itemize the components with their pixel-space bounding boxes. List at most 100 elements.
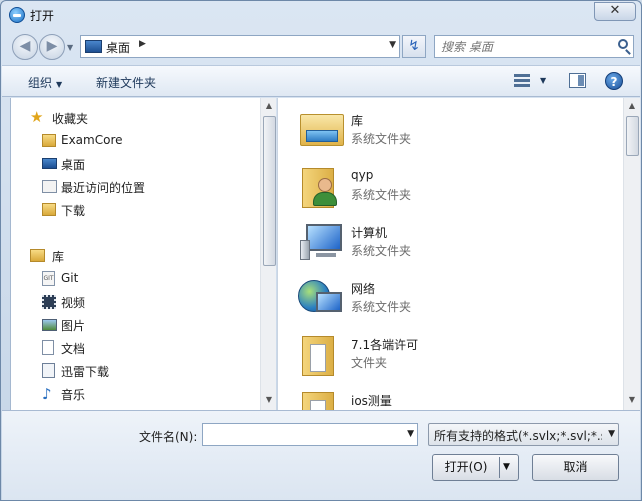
nav-scroll-thumb[interactable] bbox=[263, 116, 276, 266]
search-box[interactable] bbox=[434, 35, 634, 58]
search-icon[interactable] bbox=[618, 39, 628, 49]
dialog-footer: 文件名(N): ▼ 所有支持的格式(*.svlx;*.svl;*.sv ▼ 打开… bbox=[2, 410, 640, 500]
nav-item-pictures[interactable]: 图片 bbox=[11, 315, 261, 335]
file-type-filter-value: 所有支持的格式(*.svlx;*.svl;*.sv bbox=[434, 429, 602, 443]
chevron-down-icon[interactable]: ▼ bbox=[608, 429, 615, 439]
list-item[interactable]: 库 系统文件夹 bbox=[298, 104, 618, 154]
new-folder-label: 新建文件夹 bbox=[96, 76, 157, 90]
documents-icon bbox=[42, 340, 54, 355]
nav-item-downloads[interactable]: 下载 bbox=[11, 200, 261, 220]
open-button-label: 打开(O) bbox=[444, 460, 488, 474]
scroll-up-arrow-icon[interactable]: ▲ bbox=[624, 98, 640, 114]
organize-label: 组织 bbox=[28, 76, 53, 90]
open-button[interactable]: 打开(O) ▼ bbox=[432, 454, 519, 481]
folder-icon bbox=[42, 134, 56, 147]
recent-places-icon bbox=[42, 180, 57, 193]
nav-item-label: Git bbox=[61, 271, 79, 285]
nav-item-thunder-download[interactable]: 迅雷下载 bbox=[11, 361, 261, 381]
recent-locations-dropdown[interactable]: ▼ bbox=[67, 43, 73, 52]
cancel-button[interactable]: 取消 bbox=[532, 454, 619, 481]
filename-label: 文件名(N): bbox=[139, 430, 198, 444]
folder-icon bbox=[298, 332, 346, 376]
breadcrumb-arrow-icon[interactable]: ▶ bbox=[139, 39, 146, 49]
list-item[interactable]: ios测量 bbox=[298, 384, 618, 410]
search-input[interactable] bbox=[441, 38, 611, 55]
star-icon: ★ bbox=[30, 108, 44, 126]
nav-favorites-header[interactable]: ★ 收藏夹 bbox=[11, 108, 261, 128]
back-button[interactable]: ◀ bbox=[12, 34, 38, 60]
chevron-down-icon: ▼ bbox=[56, 80, 63, 89]
network-icon bbox=[298, 276, 346, 320]
file-name: 网络 bbox=[351, 282, 376, 296]
file-type: 系统文件夹 bbox=[351, 300, 412, 314]
scroll-down-arrow-icon[interactable]: ▼ bbox=[624, 392, 640, 408]
view-options-chevron-icon[interactable]: ▼ bbox=[540, 76, 546, 85]
nav-item-label: 音乐 bbox=[61, 388, 86, 402]
list-item[interactable]: 计算机 系统文件夹 bbox=[298, 216, 618, 266]
libraries-icon bbox=[30, 249, 45, 262]
nav-item-videos[interactable]: 视频 bbox=[11, 292, 261, 312]
list-item[interactable]: qyp 系统文件夹 bbox=[298, 160, 618, 210]
back-arrow-icon: ◀ bbox=[19, 38, 31, 54]
navigation-pane[interactable]: ★ 收藏夹 ExamCore 桌面 最近访问的位置 下载 库 GIT Git 视… bbox=[10, 98, 276, 410]
address-bar[interactable]: 桌面 ▶ ▼ bbox=[80, 35, 400, 58]
folder-icon bbox=[298, 388, 346, 410]
list-item[interactable]: 7.1各端许可 文件夹 bbox=[298, 328, 618, 378]
nav-item-label: 文档 bbox=[61, 342, 86, 356]
refresh-icon: ↯ bbox=[408, 38, 420, 54]
video-icon bbox=[42, 295, 56, 309]
open-file-dialog: 打开 ✕ ◀ ▶ ▼ 桌面 ▶ ▼ ↯ 组织▼ 新建文件夹 ▼ ? bbox=[0, 0, 642, 501]
nav-scrollbar[interactable]: ▲ ▼ bbox=[260, 98, 276, 410]
desktop-icon bbox=[85, 40, 102, 53]
nav-item-examcore[interactable]: ExamCore bbox=[11, 131, 261, 151]
nav-item-recent-places[interactable]: 最近访问的位置 bbox=[11, 177, 261, 197]
organize-button[interactable]: 组织 ▼ bbox=[28, 74, 62, 91]
nav-item-desktop[interactable]: 桌面 bbox=[11, 154, 261, 174]
downloads-icon bbox=[42, 203, 56, 216]
nav-item-music[interactable]: ♪ 音乐 bbox=[11, 384, 261, 404]
file-type: 系统文件夹 bbox=[351, 188, 412, 202]
nav-item-label: 图片 bbox=[61, 319, 86, 333]
music-icon: ♪ bbox=[42, 385, 52, 403]
nav-item-label: 最近访问的位置 bbox=[61, 181, 146, 195]
file-name: qyp bbox=[351, 168, 374, 182]
file-name: 计算机 bbox=[351, 226, 388, 240]
chevron-down-icon[interactable]: ▼ bbox=[407, 429, 414, 439]
address-location[interactable]: 桌面 bbox=[106, 39, 130, 56]
title-bar[interactable]: 打开 ✕ bbox=[1, 1, 641, 29]
preview-pane-icon[interactable] bbox=[569, 73, 586, 88]
open-options-chevron-icon[interactable]: ▼ bbox=[503, 455, 510, 479]
nav-item-git[interactable]: GIT Git bbox=[11, 269, 261, 289]
filename-combobox[interactable]: ▼ bbox=[202, 423, 418, 446]
nav-libraries-header[interactable]: 库 bbox=[11, 246, 261, 266]
refresh-button[interactable]: ↯ bbox=[402, 35, 426, 58]
file-list-scroll-thumb[interactable] bbox=[626, 116, 639, 156]
forward-arrow-icon: ▶ bbox=[46, 38, 58, 54]
nav-item-label: 库 bbox=[52, 250, 65, 264]
split-divider bbox=[499, 457, 500, 478]
close-button[interactable]: ✕ bbox=[594, 2, 636, 21]
user-folder-icon bbox=[298, 164, 346, 208]
close-icon: ✕ bbox=[609, 3, 621, 18]
filename-input[interactable] bbox=[207, 426, 397, 443]
nav-item-label: ExamCore bbox=[61, 133, 123, 147]
file-name: ios测量 bbox=[351, 394, 392, 408]
scroll-down-arrow-icon[interactable]: ▼ bbox=[261, 392, 276, 408]
file-list[interactable]: 库 系统文件夹 qyp 系统文件夹 计算机 系统文件夹 网络 系统文件夹 7.1… bbox=[277, 98, 640, 410]
scroll-up-arrow-icon[interactable]: ▲ bbox=[261, 98, 276, 114]
forward-button[interactable]: ▶ bbox=[39, 34, 65, 60]
new-folder-button[interactable]: 新建文件夹 bbox=[96, 74, 156, 91]
address-dropdown-icon[interactable]: ▼ bbox=[389, 40, 396, 50]
help-icon[interactable]: ? bbox=[605, 72, 623, 90]
thunder-download-icon bbox=[42, 363, 55, 378]
file-list-scrollbar[interactable]: ▲ ▼ bbox=[623, 98, 640, 410]
nav-item-documents[interactable]: 文档 bbox=[11, 338, 261, 358]
nav-item-label: 收藏夹 bbox=[52, 112, 89, 126]
git-icon: GIT bbox=[42, 271, 55, 286]
file-type: 文件夹 bbox=[351, 356, 388, 370]
desktop-icon bbox=[42, 158, 57, 169]
libraries-icon bbox=[298, 108, 346, 152]
file-type-filter-select[interactable]: 所有支持的格式(*.svlx;*.svl;*.sv ▼ bbox=[428, 423, 619, 446]
change-view-icon[interactable] bbox=[514, 74, 530, 88]
list-item[interactable]: 网络 系统文件夹 bbox=[298, 272, 618, 322]
